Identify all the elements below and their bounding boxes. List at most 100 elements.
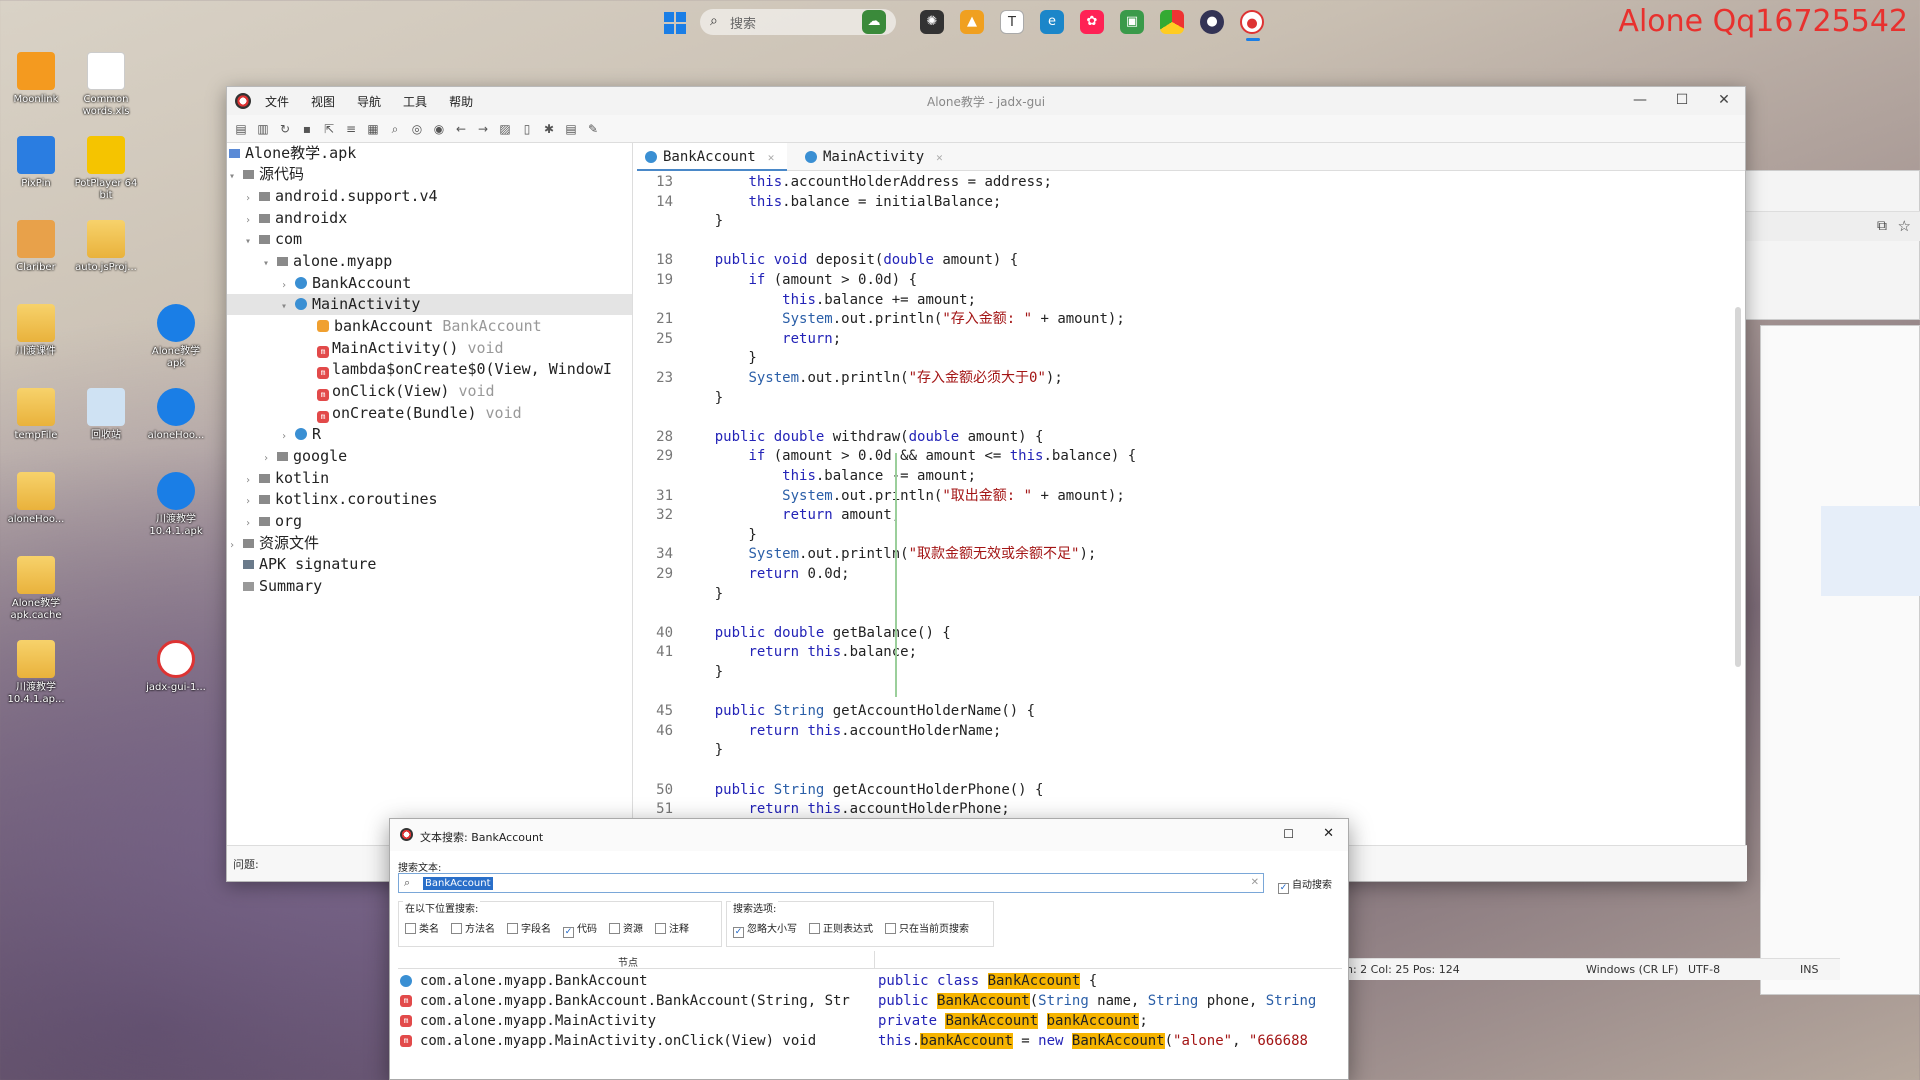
desktop-icon[interactable]: Common words.xls [72,52,140,118]
code-line[interactable]: 41 return this.balance; [637,643,917,662]
install-app-icon[interactable]: ⧉ [1877,218,1887,234]
desktop-icon[interactable]: Alone教学 apk [142,304,210,370]
edge-icon[interactable]: e [1040,10,1064,34]
code-line[interactable] [637,604,681,623]
debugger-icon[interactable]: ✱ [541,121,557,137]
code-line[interactable]: 51 return this.accountHolderPhone; [637,800,1010,819]
maximize-icon[interactable]: ☐ [1283,827,1294,841]
menu-file[interactable]: 文件 [265,93,289,110]
menu-navigate[interactable]: 导航 [357,93,381,110]
option-checkbox[interactable]: 正则表达式 [809,920,873,938]
jadx-taskbar-icon[interactable]: ● [1240,10,1264,34]
tab-bankaccount[interactable]: BankAccount ✕ [637,143,787,171]
reload-icon[interactable]: ↻ [277,121,293,137]
scope-checkbox[interactable]: 注释 [655,920,689,938]
export-icon[interactable]: ⇱ [321,121,337,137]
chevron-right-icon[interactable]: › [229,535,243,556]
desktop-icon[interactable]: jadx-gui-1... [142,640,210,694]
code-line[interactable]: } [637,389,723,408]
result-row[interactable]: m com.alone.myapp.MainActivity.onClick(Vi… [398,1031,1342,1051]
code-line[interactable]: 45 public String getAccountHolderName() … [637,702,1035,721]
code-line[interactable]: 28 public double withdraw(double amount)… [637,428,1043,447]
code-line[interactable]: 32 return amount; [637,506,900,525]
add-files-icon[interactable]: ▥ [255,121,271,137]
desktop-icon[interactable]: 川渡教学 10.4.1.ap... [2,640,70,706]
scope-checkbox[interactable]: 字段名 [507,920,551,938]
open-file-icon[interactable]: ▤ [233,121,249,137]
chevron-right-icon[interactable]: › [245,491,259,512]
code-line[interactable]: } [637,212,723,231]
log-viewer-icon[interactable]: ▤ [563,121,579,137]
scope-checkbox[interactable]: 类名 [405,920,439,938]
chevron-down-icon[interactable]: ▾ [281,296,295,317]
tree-node[interactable]: Summary [243,576,322,597]
firewall-icon[interactable]: ▲ [960,10,984,34]
tree-node[interactable]: bankAccount BankAccount [317,316,542,337]
weather-icon[interactable]: ☁ [862,10,886,34]
tree-node[interactable]: m onCreate(Bundle) void [317,403,522,424]
chevron-right-icon[interactable]: › [245,513,259,534]
bookmark-icon[interactable]: ▯ [519,121,535,137]
close-tab-icon[interactable]: ✕ [936,151,943,164]
tree-node[interactable]: Alone教学.apk [229,143,356,164]
menu-tools[interactable]: 工具 [403,93,427,110]
code-line[interactable]: 29 return 0.0d; [637,565,849,584]
code-line[interactable]: 21 System.out.println("存入金额: " + amount)… [637,310,1125,329]
option-checkbox[interactable]: 只在当前页搜索 [885,920,969,938]
desktop-icon[interactable]: tempFile [2,388,70,442]
code-line[interactable]: 34 System.out.println("取款金额无效或余额不足"); [637,545,1096,564]
tree-node[interactable]: › kotlin [245,468,329,489]
search-input[interactable]: ⌕ BankAccount ✕ [398,873,1264,893]
star-icon[interactable]: ☆ [1898,217,1911,235]
code-line[interactable]: 31 System.out.println("取出金额: " + amount)… [637,487,1125,506]
tree-node[interactable]: › 资源文件 [229,533,319,554]
desktop-icon[interactable]: PotPlayer 64 bit [72,136,140,202]
mixed-app-icon[interactable]: ● [1200,10,1224,34]
paint-icon[interactable]: ✿ [1080,10,1104,34]
menu-help[interactable]: 帮助 [449,93,473,110]
desktop-icon[interactable]: Alone教学 apk.cache [2,556,70,622]
code-line[interactable]: this.balance -= amount; [637,467,976,486]
chevron-right-icon[interactable]: › [245,210,259,231]
code-line[interactable]: } [637,741,723,760]
desktop-icon[interactable]: Clariber [2,220,70,274]
flatten-packages-icon[interactable]: ▦ [365,121,381,137]
desktop-icon[interactable]: 川渡课件 [2,304,70,358]
chevron-right-icon[interactable]: › [245,188,259,209]
tree-node[interactable]: m MainActivity() void [317,338,504,359]
close-tab-icon[interactable]: ✕ [768,151,775,164]
menu-view[interactable]: 视图 [311,93,335,110]
tree-node[interactable]: › android.support.v4 [245,186,438,207]
sync-tree-icon[interactable]: ≡ [343,121,359,137]
code-line[interactable] [637,761,681,780]
chevron-right-icon[interactable]: › [281,275,295,296]
desktop-icon[interactable]: 回收站 [72,388,140,442]
chevron-right-icon[interactable]: › [263,448,277,469]
code-line[interactable]: 14 this.balance = initialBalance; [637,193,1001,212]
tree-node[interactable]: › org [245,511,302,532]
scope-checkbox[interactable]: 资源 [609,920,643,938]
scope-checkbox[interactable]: 方法名 [451,920,495,938]
line-ending[interactable]: Windows (CR LF) [1586,963,1678,976]
auto-search-checkbox[interactable]: ✓ 自动搜索 [1278,876,1332,894]
result-row[interactable]: com.alone.myapp.BankAccount public class … [398,971,1342,991]
tree-node[interactable]: › androidx [245,208,347,229]
search-icon[interactable]: ⌕ [387,121,403,137]
code-line[interactable] [637,683,681,702]
result-row[interactable]: m com.alone.myapp.MainActivity private Ban… [398,1011,1342,1031]
problems-label[interactable]: 问题: [233,856,259,872]
tree-node[interactable]: › kotlinx.coroutines [245,489,438,510]
desktop-icon[interactable]: 川渡教学 10.4.1.apk [142,472,210,538]
clear-icon[interactable]: ✕ [1251,877,1259,888]
code-line[interactable] [637,232,681,251]
code-line[interactable]: 50 public String getAccountHolderPhone()… [637,781,1043,800]
tree-node[interactable]: APK signature [243,554,376,575]
photos-icon[interactable]: ▣ [1120,10,1144,34]
code-line[interactable]: } [637,585,723,604]
tree-node[interactable]: m onClick(View) void [317,381,495,402]
desktop-icon[interactable]: PixPin [2,136,70,190]
chevron-right-icon[interactable]: › [245,470,259,491]
code-line[interactable] [637,408,681,427]
column-node[interactable]: 节点 [618,954,638,969]
class-search-icon[interactable]: ◎ [409,121,425,137]
